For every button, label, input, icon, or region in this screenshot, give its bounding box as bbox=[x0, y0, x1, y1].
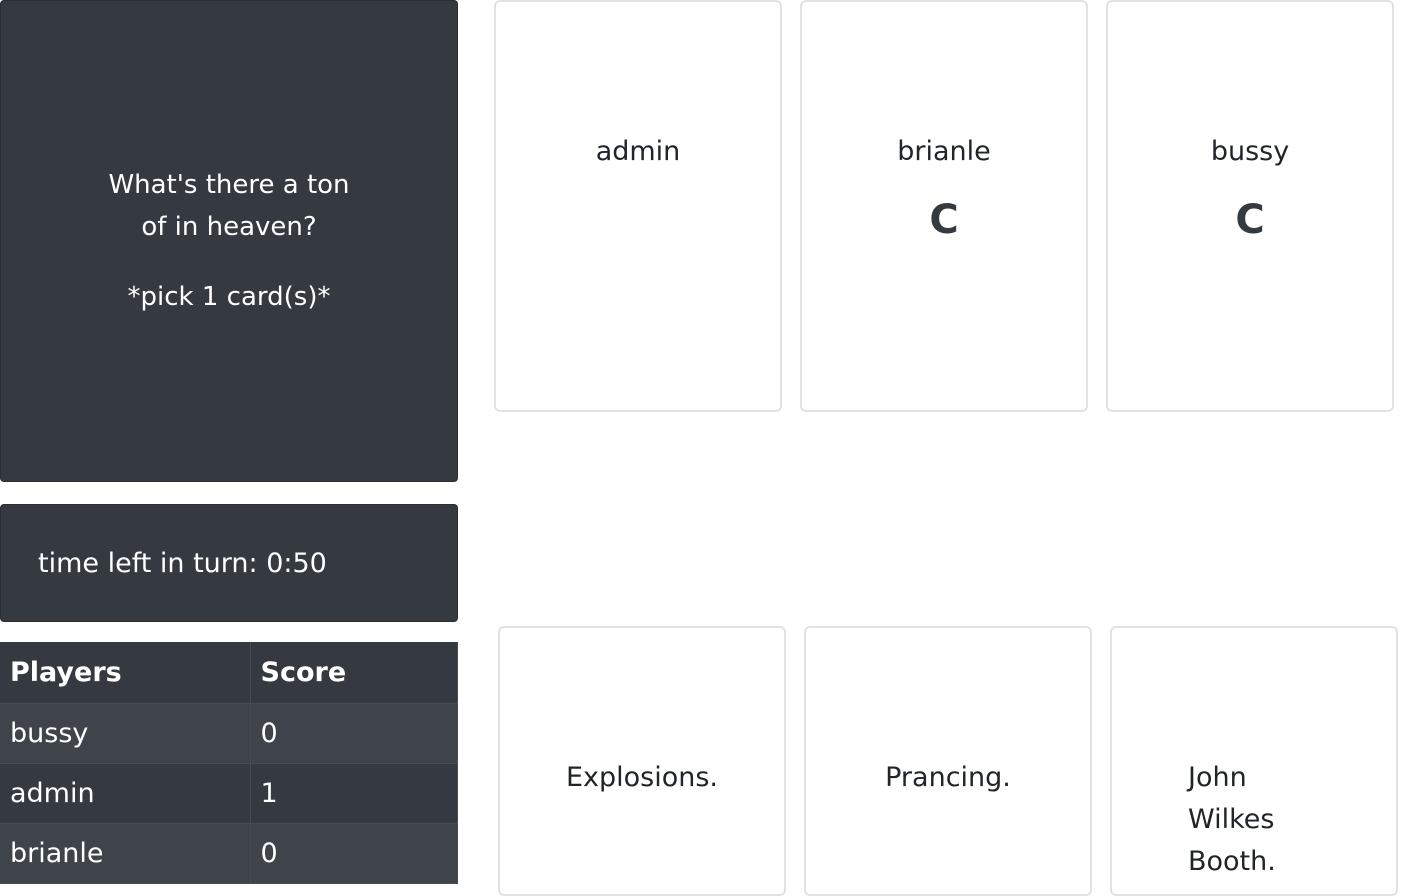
submission-card-admin[interactable]: admin bbox=[494, 0, 782, 412]
hand-card[interactable]: John Wilkes Booth. bbox=[1110, 626, 1398, 896]
hand-card-text: Prancing. bbox=[885, 762, 1011, 793]
turn-timer: time left in turn: 0:50 bbox=[0, 504, 458, 622]
submission-card-bussy[interactable]: bussy C bbox=[1106, 0, 1394, 412]
black-card: What's there a ton of in heaven? *pick 1… bbox=[0, 0, 458, 482]
table-row: brianle 0 bbox=[0, 823, 458, 884]
submission-player-name: admin bbox=[595, 136, 681, 167]
hand-card[interactable]: Prancing. bbox=[804, 626, 1092, 896]
players-column-header: Players bbox=[0, 642, 251, 704]
hand-card[interactable]: Explosions. bbox=[498, 626, 786, 896]
pick-count-note: *pick 1 card(s)* bbox=[127, 282, 331, 312]
player-score: 0 bbox=[250, 703, 458, 764]
submission-card-brianle[interactable]: brianle C bbox=[800, 0, 1088, 412]
submission-badge: C bbox=[929, 197, 959, 243]
table-row: admin 1 bbox=[0, 763, 458, 824]
player-name: admin bbox=[0, 763, 251, 824]
player-score: 1 bbox=[250, 763, 458, 824]
player-score: 0 bbox=[250, 823, 458, 884]
scoreboard-table: Players Score bussy 0 admin 1 brianle 0 bbox=[0, 642, 458, 884]
hand-card-text: John Wilkes Booth. bbox=[1188, 762, 1276, 877]
turn-timer-text: time left in turn: 0:50 bbox=[38, 547, 327, 579]
submission-badge: C bbox=[1235, 197, 1265, 243]
hand-card-text: Explosions. bbox=[565, 762, 719, 793]
scoreboard-header-row: Players Score bbox=[0, 642, 458, 704]
submission-player-name: bussy bbox=[1210, 136, 1290, 167]
black-card-question: What's there a ton of in heaven? bbox=[108, 170, 350, 242]
score-column-header: Score bbox=[250, 642, 458, 704]
submission-player-name: brianle bbox=[897, 136, 991, 167]
player-name: bussy bbox=[0, 703, 251, 764]
player-name: brianle bbox=[0, 823, 251, 884]
table-row: bussy 0 bbox=[0, 703, 458, 764]
